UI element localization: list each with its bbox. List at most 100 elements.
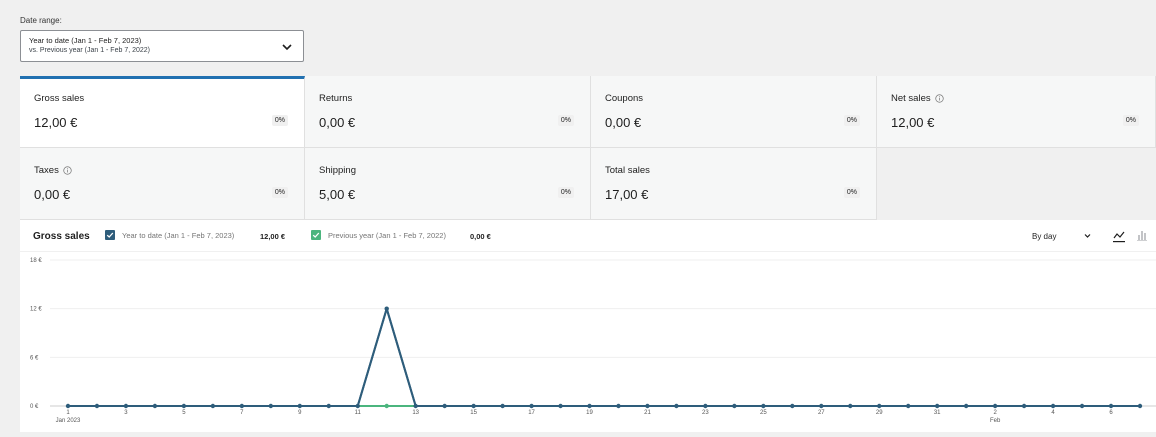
x-tick-label: 1 (66, 410, 70, 416)
tile-shipping[interactable]: Shipping 5,00 € 0% (305, 148, 591, 220)
data-point (384, 306, 389, 311)
date-range-section: Date range: Year to date (Jan 1 - Feb 7,… (10, 8, 1156, 76)
data-point (500, 403, 505, 409)
tile-value: 12,00 € (34, 115, 78, 130)
tile-taxes[interactable]: Taxes 0,00 € 0% (20, 148, 305, 220)
data-point (790, 403, 795, 409)
date-range-label: Date range: (20, 16, 62, 25)
x-tick-label: 4 (1051, 410, 1055, 416)
legend-total: 0,00 € (470, 232, 491, 241)
x-tick-label: 21 (644, 410, 651, 416)
summary-tiles: Gross sales 12,00 € 0% Returns 0,00 € 0%… (20, 76, 1156, 220)
tile-delta-badge: 0% (843, 187, 860, 198)
data-point (471, 403, 476, 409)
tile-value: 12,00 € (891, 115, 935, 130)
date-range-dropdown[interactable]: Year to date (Jan 1 - Feb 7, 2023) vs. P… (20, 30, 304, 62)
line-chart-icon[interactable] (1112, 229, 1126, 243)
chevron-down-icon (282, 44, 292, 51)
data-point (877, 403, 882, 409)
gross-sales-chart: 0 € 6 € 12 € 18 € 1 Jan 2023 3 5 7 9 11 13 15 17 19 21 2… (30, 258, 1156, 424)
data-point (442, 403, 447, 409)
data-point (1137, 403, 1143, 409)
tile-label: Returns (319, 93, 353, 104)
x-tick-label: 31 (934, 410, 941, 416)
data-point (1021, 403, 1027, 409)
date-range-primary: Year to date (Jan 1 - Feb 7, 2023) (29, 36, 142, 45)
data-point (413, 403, 418, 409)
tile-value: 17,00 € (605, 187, 649, 202)
data-point (210, 403, 216, 409)
bar-chart-icon[interactable] (1136, 229, 1148, 241)
data-point (1079, 403, 1085, 409)
data-point (123, 403, 129, 409)
tile-total-sales[interactable]: Total sales 17,00 € 0% (591, 148, 877, 220)
data-point (239, 403, 245, 409)
data-point (674, 403, 679, 409)
tile-label: Coupons (605, 93, 644, 104)
info-icon[interactable] (63, 166, 72, 175)
x-tick-label: 11 (355, 410, 362, 416)
tile-delta-badge: 0% (557, 115, 574, 126)
data-point (906, 403, 911, 409)
x-tick-label: 6 (1109, 410, 1113, 416)
checkbox-checked-icon[interactable] (105, 230, 115, 240)
tile-delta-badge: 0% (271, 187, 288, 198)
x-tick-label: 23 (702, 410, 709, 416)
tile-delta-badge: 0% (557, 187, 574, 198)
data-point (963, 403, 969, 409)
tile-net-sales[interactable]: Net sales 12,00 € 0% (877, 76, 1156, 148)
tile-delta-badge: 0% (271, 115, 288, 126)
tile-value: 0,00 € (34, 187, 71, 202)
chart-title: Gross sales (33, 231, 90, 242)
date-range-compare: vs. Previous year (Jan 1 - Feb 7, 2022) (29, 47, 150, 54)
checkbox-checked-icon[interactable] (311, 230, 321, 240)
tile-empty (877, 148, 1156, 220)
x-tick-label: 13 (412, 410, 419, 416)
tile-label: Total sales (605, 165, 650, 176)
tile-value: 0,00 € (605, 115, 642, 130)
x-tick-label: 27 (818, 410, 825, 416)
data-point (529, 403, 534, 409)
data-point (587, 403, 592, 409)
x-tick-label: 3 (124, 410, 128, 416)
legend-item-primary[interactable]: Year to date (Jan 1 - Feb 7, 2023) (105, 230, 234, 240)
x-tick-label: 25 (760, 410, 767, 416)
x-tick-label: 5 (182, 410, 186, 416)
tile-label: Shipping (319, 165, 356, 176)
data-point (934, 403, 940, 409)
legend-total: 12,00 € (260, 232, 286, 241)
x-tick-label: 19 (586, 410, 593, 416)
data-point (297, 403, 302, 409)
data-point (94, 403, 100, 409)
x-tick-label: 15 (470, 410, 477, 416)
chart-header: Gross sales Year to date (Jan 1 - Feb 7,… (20, 220, 1156, 252)
x-tick-sublabel: Jan 2023 (56, 418, 81, 424)
x-tick-label: 7 (240, 410, 244, 416)
legend-item-secondary[interactable]: Previous year (Jan 1 - Feb 7, 2022) (311, 230, 446, 240)
data-point (645, 403, 650, 409)
data-point (703, 403, 708, 409)
tile-returns[interactable]: Returns 0,00 € 0% (305, 76, 591, 148)
chevron-down-icon[interactable] (1084, 233, 1091, 239)
data-point (848, 403, 853, 409)
data-point (181, 403, 187, 409)
tile-value: 0,00 € (319, 115, 356, 130)
data-point (152, 403, 158, 409)
data-point (992, 403, 998, 409)
interval-select[interactable]: By day (1032, 232, 1056, 241)
data-point (326, 403, 331, 409)
data-point (558, 403, 563, 409)
tile-delta-badge: 0% (843, 115, 860, 126)
x-tick-label: 2 (993, 410, 997, 416)
x-tick-label: 9 (298, 410, 302, 416)
data-point (384, 403, 389, 409)
data-point (355, 403, 360, 409)
tile-gross-sales[interactable]: Gross sales 12,00 € 0% (20, 76, 305, 148)
tile-label: Net sales (891, 93, 931, 104)
tile-label: Taxes (34, 165, 59, 176)
tile-delta-badge: 0% (1122, 115, 1139, 126)
data-point (65, 403, 71, 409)
info-icon[interactable] (934, 94, 944, 103)
data-point (1108, 403, 1114, 409)
tile-coupons[interactable]: Coupons 0,00 € 0% (591, 76, 877, 148)
